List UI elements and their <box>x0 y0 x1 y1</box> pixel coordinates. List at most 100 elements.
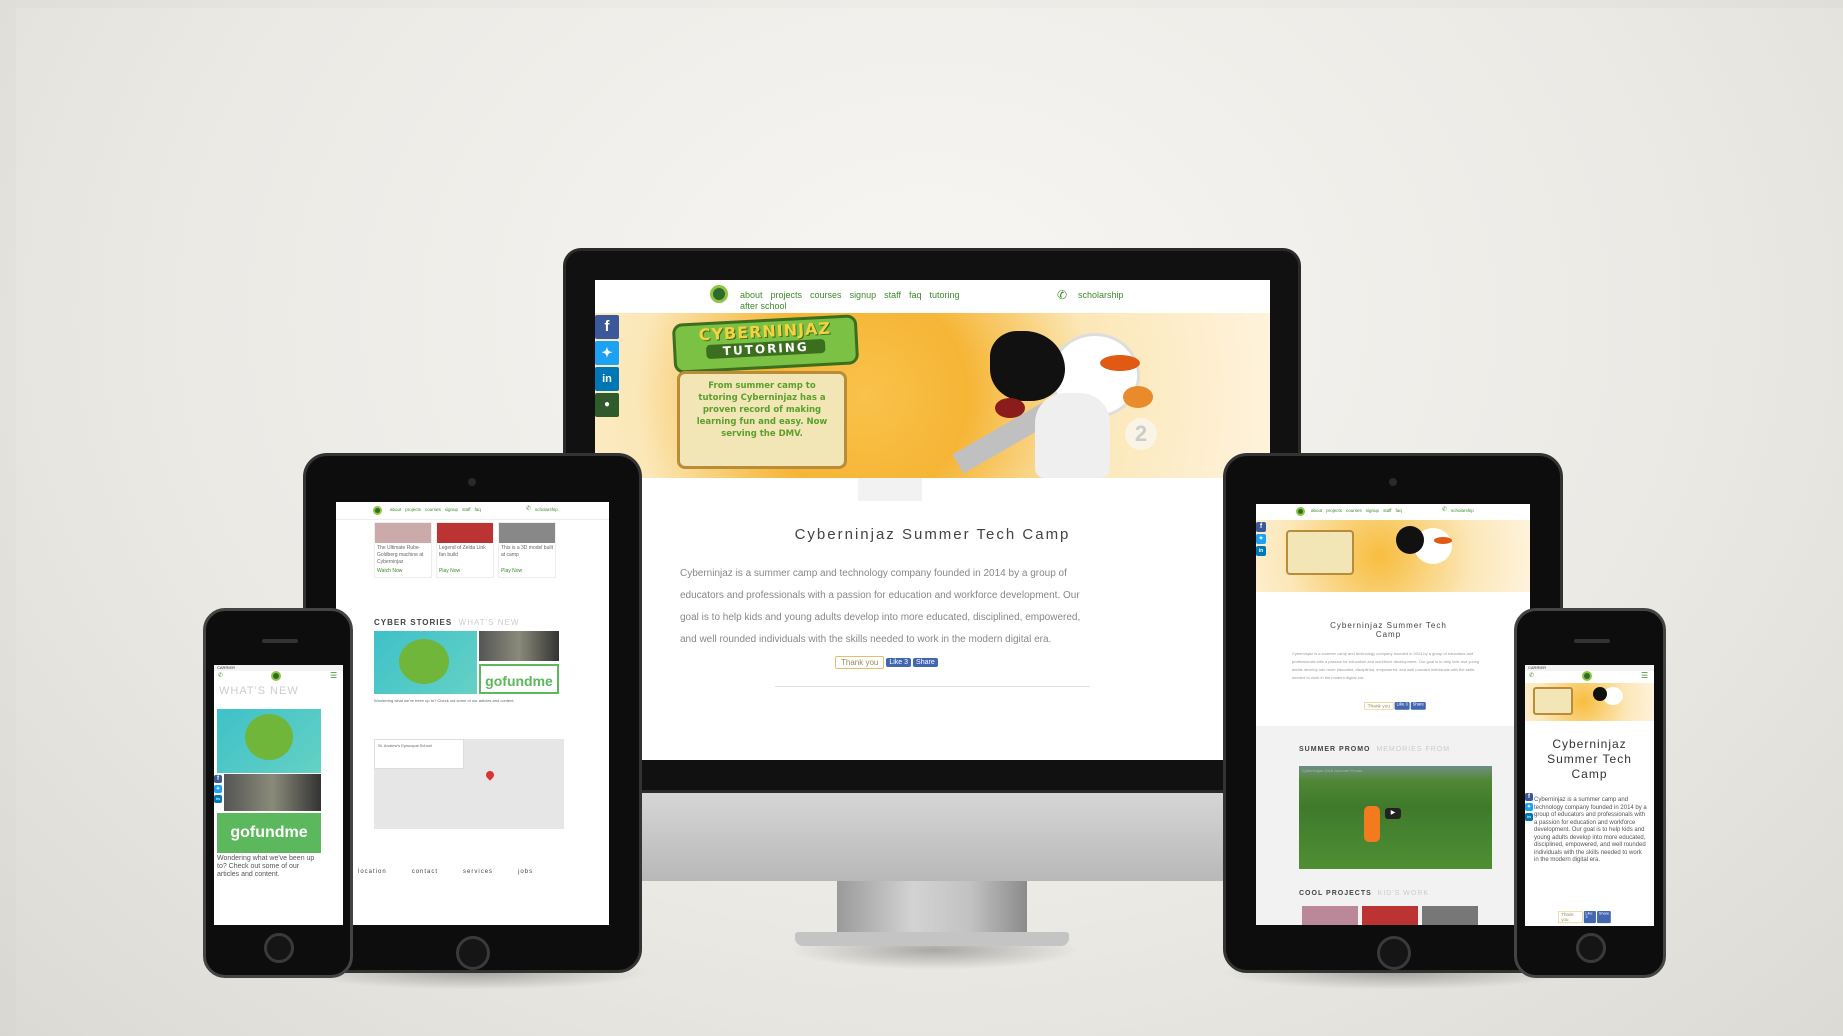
nav-scholarship[interactable]: scholarship <box>535 507 558 512</box>
hamburger-menu-icon[interactable]: ☰ <box>1641 671 1648 680</box>
twitter-icon[interactable]: ✦ <box>595 341 619 365</box>
story-image-ninja[interactable] <box>217 709 321 773</box>
footer-contact-heading: contact <box>411 869 439 875</box>
linkedin-icon[interactable]: in <box>1525 813 1533 821</box>
whats-new-tab[interactable]: WHAT'S NEW <box>459 618 520 627</box>
nav-tutoring[interactable]: tutoring <box>929 290 959 300</box>
facebook-share-button[interactable]: Share <box>1597 911 1611 924</box>
divider <box>775 686 1090 687</box>
project-thumb[interactable] <box>1422 906 1478 925</box>
child-figure <box>1364 806 1380 842</box>
gofundme-logo[interactable]: gofundme <box>479 664 559 694</box>
facebook-icon[interactable]: f <box>595 315 619 339</box>
video-play-icon[interactable]: ▶ <box>1385 808 1401 819</box>
ipad-left-nav-links: about projects courses signup staff faq <box>390 507 481 512</box>
nav-courses[interactable]: courses <box>425 507 441 512</box>
summer-promo-label: SUMMER PROMO <box>1299 746 1371 753</box>
twitter-icon[interactable]: ✦ <box>214 785 222 793</box>
nav-signup[interactable]: signup <box>1366 508 1379 513</box>
facebook-like-button[interactable]: Like 3 <box>1394 702 1410 710</box>
ipad-right-description: Cyberninjaz is a summer camp and technol… <box>1292 651 1480 680</box>
twitter-icon[interactable]: ✦ <box>1525 803 1533 811</box>
iphone-left-home-button[interactable] <box>264 933 294 963</box>
project-card[interactable]: Legend of Zelda Link fan build Play Now <box>436 522 494 578</box>
phone-icon[interactable]: ✆ <box>1057 288 1067 302</box>
card-link[interactable]: Play Now <box>439 568 460 575</box>
project-thumb[interactable] <box>1302 906 1358 925</box>
hamburger-menu-icon[interactable]: ☰ <box>330 671 337 680</box>
nav-faq[interactable]: faq <box>909 290 922 300</box>
story-image-ninja[interactable] <box>374 631 477 694</box>
thank-you-button[interactable]: Thank you <box>1558 911 1583 924</box>
phone-icon[interactable]: ✆ <box>526 505 531 512</box>
nav-courses[interactable]: courses <box>1346 508 1362 513</box>
story-image-people[interactable] <box>224 774 321 811</box>
thank-you-button[interactable]: Thank you <box>835 656 885 669</box>
nav-projects[interactable]: projects <box>405 507 421 512</box>
nav-staff[interactable]: staff <box>462 507 470 512</box>
nav-staff[interactable]: staff <box>884 290 901 300</box>
kids-work-tab[interactable]: KID'S WORK <box>1378 890 1429 897</box>
ninja-share-icon[interactable]: ● <box>595 393 619 417</box>
ipad-left-footer: location contact services jobs <box>358 869 598 875</box>
ninja-logo-icon[interactable] <box>1582 671 1592 681</box>
nav-scholarship[interactable]: scholarship <box>1451 508 1474 513</box>
project-card[interactable]: The Ultimate Rube-Goldberg machine at Cy… <box>374 522 432 578</box>
facebook-icon[interactable]: f <box>1525 793 1533 801</box>
thank-you-button[interactable]: Thank you <box>1364 702 1394 710</box>
phone-icon[interactable]: ✆ <box>218 672 223 679</box>
footer-location-heading: location <box>358 869 387 875</box>
nav-about[interactable]: about <box>740 290 763 300</box>
promo-video[interactable]: Cyberninjaz 2016 Summer Promo ▶ <box>1299 766 1492 869</box>
memories-tab[interactable]: MEMORIES FROM <box>1376 746 1450 753</box>
nav-scholarship[interactable]: scholarship <box>1078 290 1124 300</box>
location-map[interactable]: St. Andrew's Episcopal School <box>374 739 564 829</box>
facebook-like-button[interactable]: Like 3 <box>886 658 912 667</box>
iphone-right-social-actions: Thank you Like 3 Share <box>1558 911 1611 924</box>
nav-about[interactable]: about <box>390 507 401 512</box>
story-image-people[interactable] <box>479 631 559 661</box>
nav-faq[interactable]: faq <box>1396 508 1402 513</box>
iphone-left-statusbar: CARRIER <box>214 665 343 671</box>
ninja-logo-icon[interactable] <box>710 285 728 303</box>
nav-signup[interactable]: signup <box>850 290 877 300</box>
iphone-right-home-button[interactable] <box>1576 933 1606 963</box>
nav-courses[interactable]: courses <box>810 290 842 300</box>
hero-banner: f ✦ in ● CYBERNINJAZ TUTORING From summe… <box>595 313 1270 478</box>
ipad-left-home-button[interactable] <box>456 936 490 970</box>
nav-projects[interactable]: projects <box>771 290 803 300</box>
facebook-share-button[interactable]: Share <box>1410 702 1426 710</box>
hero-slider-indicator[interactable] <box>858 478 922 501</box>
nav-projects[interactable]: projects <box>1326 508 1342 513</box>
facebook-share-button[interactable]: Share <box>913 658 938 667</box>
ninja-logo-icon[interactable] <box>1296 507 1305 516</box>
facebook-icon[interactable]: f <box>1256 522 1266 532</box>
nav-signup[interactable]: signup <box>445 507 458 512</box>
ipad-right-home-button[interactable] <box>1377 936 1411 970</box>
imac-stand <box>837 881 1027 936</box>
map-pin-icon[interactable] <box>484 769 496 781</box>
linkedin-icon[interactable]: in <box>1256 546 1266 556</box>
nav-after-school[interactable]: after school <box>740 301 787 311</box>
linkedin-icon[interactable]: in <box>214 795 222 803</box>
nav-about[interactable]: about <box>1311 508 1322 513</box>
facebook-like-button[interactable]: Like 3 <box>1583 911 1597 924</box>
ipad-right-title: Cyberninjaz Summer Tech Camp <box>1330 621 1447 639</box>
nav-faq[interactable]: faq <box>475 507 481 512</box>
facebook-icon[interactable]: f <box>214 775 222 783</box>
project-thumb[interactable] <box>1362 906 1418 925</box>
gofundme-logo[interactable]: gofundme <box>217 813 321 853</box>
nav-staff[interactable]: staff <box>1383 508 1391 513</box>
cyber-stories-label: CYBER STORIES <box>374 618 453 627</box>
phone-icon[interactable]: ✆ <box>1529 672 1534 679</box>
card-link[interactable]: Play Now <box>501 568 522 575</box>
twitter-icon[interactable]: ✦ <box>1256 534 1266 544</box>
cool-projects-label: COOL PROJECTS <box>1299 890 1372 897</box>
card-link[interactable]: Watch Now <box>377 568 402 575</box>
ninja-logo-icon[interactable] <box>373 506 382 515</box>
ninja-logo-icon[interactable] <box>271 671 281 681</box>
linkedin-icon[interactable]: in <box>595 367 619 391</box>
ipad-right-navbar: about projects courses signup staff faq … <box>1256 504 1530 520</box>
phone-icon[interactable]: ✆ <box>1442 506 1447 513</box>
project-card[interactable]: This is a 3D model built at camp Play No… <box>498 522 556 578</box>
